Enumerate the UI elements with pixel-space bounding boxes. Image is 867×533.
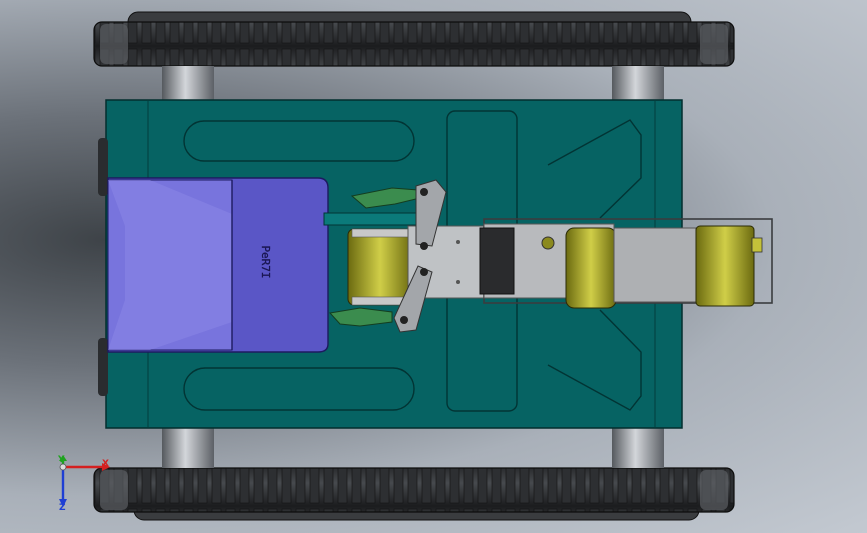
gripper-bolt-1 (456, 240, 460, 244)
top-track-front-sprocket (100, 24, 128, 64)
top-track[interactable] (93, 11, 735, 67)
axle-front-bottom (162, 428, 214, 468)
top-track-tread (93, 21, 735, 67)
spool-motor-cap-bottom (351, 296, 409, 306)
chassis-bumper-top (98, 138, 108, 196)
boom-end-motor (695, 225, 755, 307)
gripper-pivot-3 (420, 268, 428, 276)
x-axis-label: X (102, 459, 109, 469)
axle-front-top (162, 66, 214, 102)
bottom-track-tread (93, 467, 735, 513)
gripper-pivot-2 (420, 242, 428, 250)
hopper[interactable]: PeR7I (107, 177, 329, 353)
arm-mount-bar (323, 212, 419, 226)
axle-rear-top (612, 66, 664, 102)
boom-slide-rail (613, 227, 697, 303)
gripper-pivot-1 (420, 188, 428, 196)
boom-end-shaft (751, 237, 763, 253)
gripper-bolt-2 (456, 280, 460, 284)
gripper-pivot-4 (400, 316, 408, 324)
telescopic-boom[interactable] (479, 218, 773, 309)
spool-motor[interactable] (347, 228, 413, 306)
axle-rear-bottom (612, 428, 664, 468)
coordinate-triad[interactable]: X Y Z (50, 455, 110, 515)
boom-bearing (541, 236, 555, 250)
bottom-track-rear-sprocket (700, 470, 728, 510)
z-axis-label: Z (59, 503, 66, 513)
bottom-track[interactable] (93, 467, 735, 521)
hopper-engraved-label: PeR7I (259, 245, 272, 278)
spool-motor-body (347, 228, 413, 306)
chassis-bumper-bottom (98, 338, 108, 396)
y-axis-label: Y (58, 455, 65, 465)
top-track-rear-sprocket (700, 24, 728, 64)
boom-servo (479, 227, 515, 295)
robot-model-scene[interactable]: PeR7I (0, 0, 867, 533)
spool-motor-cap-top (351, 228, 409, 238)
boom-drive-motor (565, 227, 617, 309)
3d-model-viewport[interactable]: PeR7I X Y Z (0, 0, 867, 533)
